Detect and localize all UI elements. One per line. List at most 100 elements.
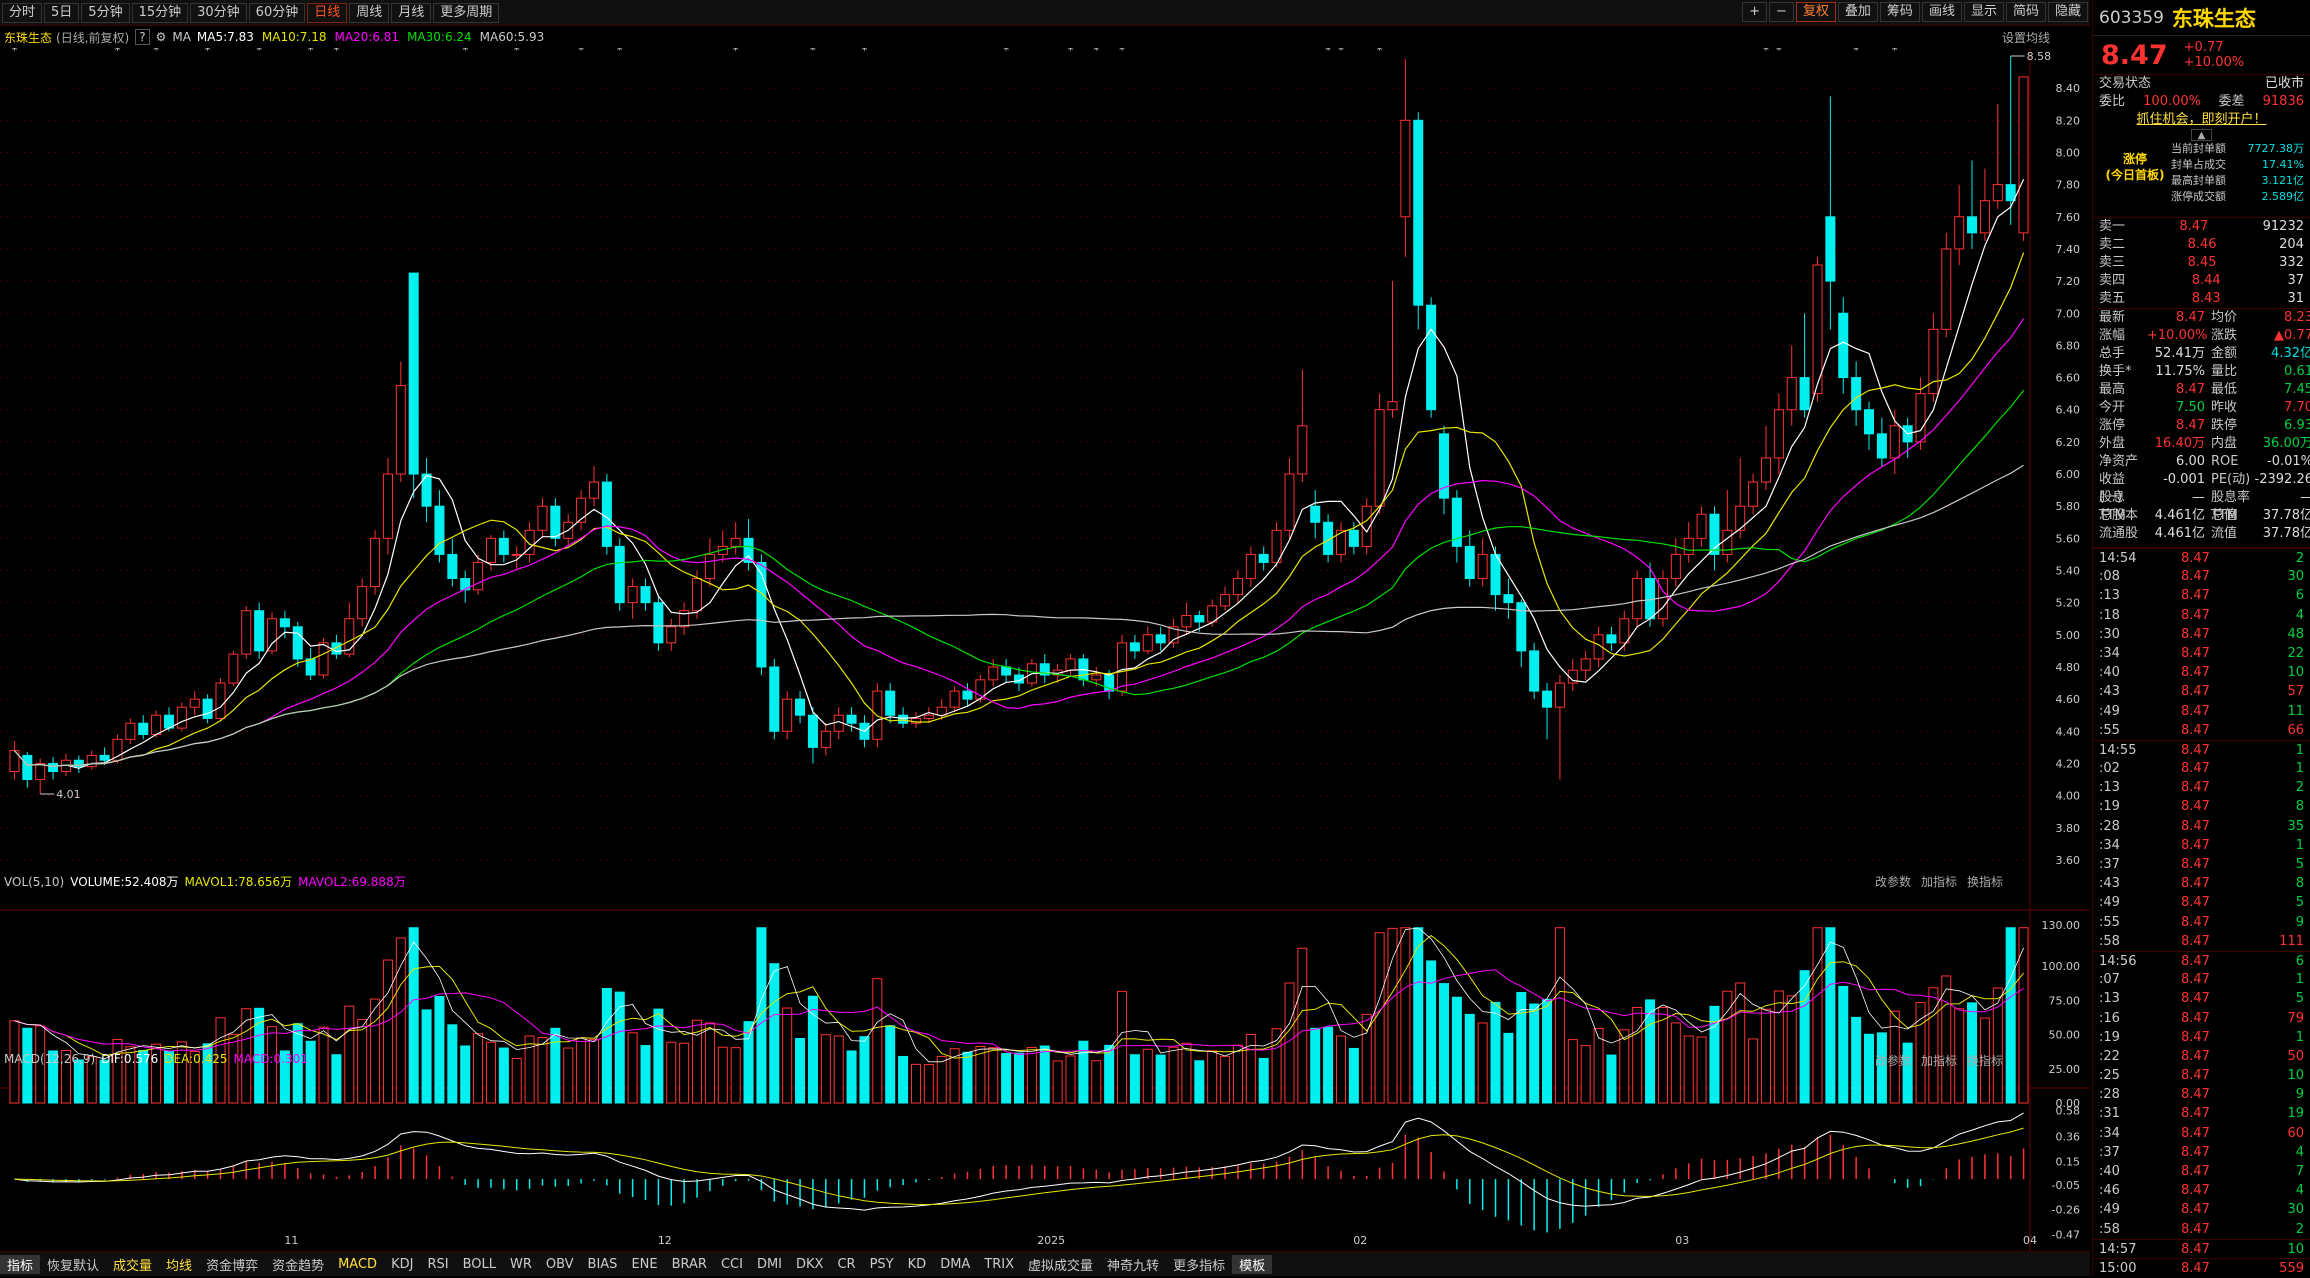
- period-5[interactable]: 60分钟: [248, 2, 306, 23]
- indicator-tab-23[interactable]: 虚拟成交量: [1021, 1255, 1100, 1274]
- candle: [1889, 409, 1900, 475]
- candle-body: [1117, 642, 1128, 692]
- tick-row: :43 8.47 8: [2093, 874, 2310, 893]
- indicator-tab-7[interactable]: KDJ: [384, 1257, 420, 1272]
- indicator-tab-25[interactable]: 更多指标: [1166, 1255, 1232, 1274]
- period-6[interactable]: 日线: [307, 2, 348, 23]
- indicator-tab-18[interactable]: CR: [830, 1257, 862, 1272]
- order-level: 卖一: [2099, 219, 2126, 234]
- gear-icon[interactable]: ⚙: [156, 30, 167, 44]
- indicator-tab-9[interactable]: BOLL: [456, 1257, 503, 1272]
- indicator-tab-8[interactable]: RSI: [420, 1257, 455, 1272]
- candle: [9, 740, 20, 780]
- indicator-tab-20[interactable]: KD: [901, 1257, 934, 1272]
- toolbar-right-1[interactable]: −: [1768, 2, 1794, 22]
- volume-bar: [1529, 1003, 1540, 1104]
- candle: [447, 538, 458, 587]
- toolbar-right-2[interactable]: 复权: [1795, 2, 1836, 22]
- order-level: 卖四: [2099, 273, 2126, 288]
- macd-add-indicator[interactable]: 加指标: [1921, 1052, 1957, 1069]
- indicator-tab-21[interactable]: DMA: [933, 1257, 977, 1272]
- tick-volume: 19: [2287, 1106, 2304, 1122]
- indicator-tab-3[interactable]: 均线: [159, 1255, 199, 1274]
- indicator-tab-14[interactable]: BRAR: [665, 1257, 714, 1272]
- indicator-tab-1[interactable]: 恢复默认: [40, 1255, 106, 1274]
- indicator-tab-17[interactable]: DKX: [789, 1257, 830, 1272]
- toolbar-right-4[interactable]: 筹码: [1879, 2, 1920, 22]
- candle: [1142, 626, 1153, 655]
- event-marker: *: [1763, 48, 1769, 57]
- candle-body: [395, 385, 406, 475]
- tick-price: 8.47: [2181, 972, 2210, 988]
- tick-time: :58: [2099, 1221, 2120, 1237]
- status-label: 交易状态: [2099, 76, 2152, 91]
- dea-value: DEA:0.425: [164, 1052, 228, 1066]
- indicator-tab-5[interactable]: 资金趋势: [265, 1255, 331, 1274]
- candle-body: [1155, 634, 1166, 644]
- price-tick: 6.60: [2056, 372, 2081, 385]
- toolbar-right-8[interactable]: 隐藏: [2047, 2, 2088, 22]
- period-7[interactable]: 周线: [349, 2, 390, 23]
- indicator-tab-2[interactable]: 成交量: [106, 1255, 159, 1274]
- tick-volume: 1: [2295, 1029, 2304, 1045]
- period-0[interactable]: 分时: [2, 2, 43, 23]
- vol-add-indicator[interactable]: 加指标: [1921, 873, 1957, 890]
- indicator-tab-24[interactable]: 神奇九转: [1100, 1255, 1166, 1274]
- indicator-tab-19[interactable]: PSY: [863, 1257, 901, 1272]
- quote-value-a: 7.50: [2176, 400, 2205, 415]
- candle: [1554, 675, 1565, 780]
- toolbar-right-6[interactable]: 显示: [1963, 2, 2004, 22]
- period-1[interactable]: 5日: [44, 2, 80, 23]
- period-2[interactable]: 5分钟: [81, 2, 130, 23]
- macd-edit-params[interactable]: 改参数: [1875, 1052, 1911, 1069]
- candle-body: [151, 714, 162, 736]
- toolbar-right-5[interactable]: 画线: [1921, 2, 1962, 22]
- candle-body: [1554, 682, 1565, 708]
- indicator-tab-0[interactable]: 指标: [0, 1254, 41, 1274]
- period-9[interactable]: 更多周期: [433, 2, 500, 23]
- tick-time: :18: [2099, 607, 2120, 623]
- quote-value-b: 37.78亿: [2262, 508, 2310, 523]
- period-3[interactable]: 15分钟: [131, 2, 189, 23]
- indicator-tab-10[interactable]: WR: [503, 1257, 539, 1272]
- indicator-tab-16[interactable]: DMI: [750, 1257, 789, 1272]
- candle: [1876, 417, 1887, 466]
- kline-chart[interactable]: 8.40 8.20 8.00 7.80 7.60 7.40 7.20 7.00 6.80 6.60…: [0, 48, 2090, 1251]
- vol-switch-indicator[interactable]: 换指标: [1967, 873, 2003, 890]
- indicator-tab-6[interactable]: MACD: [331, 1257, 384, 1272]
- indicator-tab-4[interactable]: 资金博弈: [199, 1255, 265, 1274]
- quote-value-b: 37.78亿: [2262, 526, 2310, 541]
- limit-box: 涨停 (今日首板) 当前封单额 7727.38万 封单占成交 17.41% 最高封单额 3…: [2093, 141, 2310, 217]
- price-change: +0.77: [2183, 40, 2224, 55]
- indicator-tab-11[interactable]: OBV: [539, 1257, 581, 1272]
- indicator-tab-15[interactable]: CCI: [714, 1257, 750, 1272]
- tick-volume: 4: [2295, 607, 2304, 623]
- volume-bar: [1799, 970, 1810, 1104]
- toolbar-right-7[interactable]: 简码: [2005, 2, 2046, 22]
- ma-settings-link[interactable]: 设置均线: [2002, 29, 2050, 46]
- candle-body: [936, 706, 947, 716]
- help-icon[interactable]: ?: [135, 29, 150, 45]
- tick-row: :19 8.47 1: [2093, 1028, 2310, 1047]
- collapse-icon[interactable]: ▲: [2190, 129, 2213, 141]
- quote-row: 流通股 4.461亿 流值 37.78亿: [2093, 525, 2310, 543]
- period-8[interactable]: 月线: [391, 2, 432, 23]
- candle-body: [537, 505, 548, 531]
- indicator-tab-13[interactable]: ENE: [624, 1257, 664, 1272]
- indicator-tab-12[interactable]: BIAS: [581, 1257, 625, 1272]
- macd-switch-indicator[interactable]: 换指标: [1967, 1052, 2003, 1069]
- grid: [0, 87, 2030, 861]
- tick-volume: 2: [2295, 551, 2304, 566]
- order-row: 卖一 8.47 91232: [2093, 218, 2310, 236]
- toolbar-right-0[interactable]: +: [1742, 2, 1767, 22]
- indicator-tab-26[interactable]: 模板: [1232, 1254, 1273, 1274]
- period-4[interactable]: 30分钟: [190, 2, 247, 23]
- toolbar-right-3[interactable]: 叠加: [1837, 2, 1878, 22]
- ma-label: MA: [172, 30, 191, 44]
- volume-bar: [1065, 1055, 1076, 1104]
- candle: [614, 538, 625, 611]
- volume-bar: [885, 1025, 896, 1104]
- vol-edit-params[interactable]: 改参数: [1875, 873, 1911, 890]
- open-account-link[interactable]: 抓住机会，即刻开户！: [2136, 111, 2266, 129]
- indicator-tab-22[interactable]: TRIX: [977, 1257, 1021, 1272]
